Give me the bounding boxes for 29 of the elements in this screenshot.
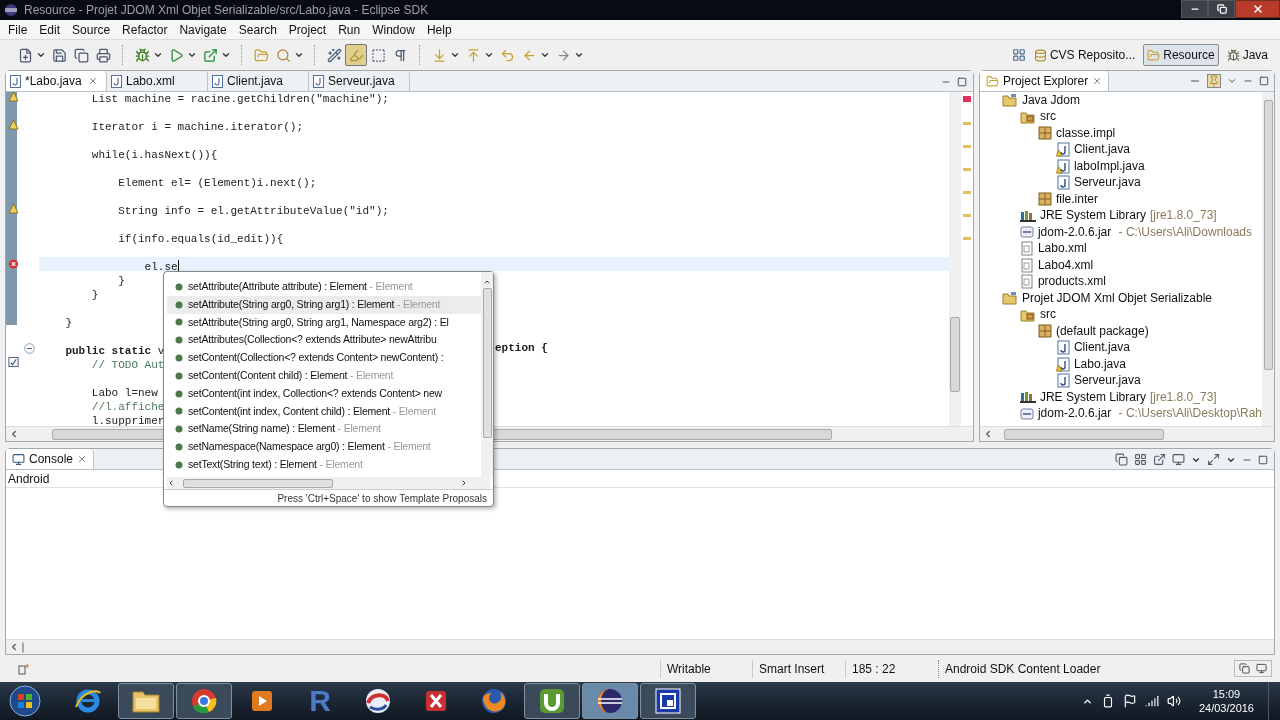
code-line: el.se (143, 261, 178, 273)
app-letter: R (309, 686, 331, 716)
code-line: Iterator i = machine.iterator(); (90, 121, 304, 133)
code-line: while(i.hasNext()){ (90, 149, 218, 161)
popup-hint: Press 'Ctrl+Space' to show Template Proposals (277, 491, 487, 506)
code-line: Labo l=new (90, 387, 158, 399)
code-line: } (117, 275, 125, 287)
status-text: Smart Insert (759, 661, 825, 676)
tree-item-detail: [jre1.8.0_73] (1149, 208, 1217, 224)
tree-item-detail: [jre1.8.0_73] (1149, 389, 1217, 405)
status-text: Android SDK Content Loader (945, 661, 1101, 676)
code-line: String info = el.getAttributeValue("id"); (117, 205, 389, 217)
code-comment: //l.affiche (90, 401, 165, 413)
code-line: l.supprimer (90, 415, 165, 426)
clock-date: 24/03/2016 (1198, 701, 1254, 715)
code-line: } (90, 289, 99, 301)
status-text: Writable (667, 661, 711, 676)
status-text: 185 : 22 (852, 661, 896, 676)
code-line: List machine = racine.getChildren("machine"); (90, 93, 389, 105)
console-label: Android (8, 470, 50, 488)
code-line: eption { (495, 341, 548, 355)
code-line: } (64, 317, 72, 329)
window-title: Resource - Projet JDOM Xml Objet Serializable/src/Labo.java - Eclipse SDK (24, 2, 429, 19)
tree-item-detail: - C:\Users\Ali\Downloads (1117, 224, 1252, 240)
tree-item-detail: - C:\Users\Ali\Desktop\Rah (1117, 406, 1262, 422)
code-line: Element el= (Element)i.next(); (117, 177, 317, 189)
clock-time: 15:09 (1212, 687, 1241, 701)
code-line: if(info.equals(id_edit)){ (117, 233, 284, 245)
code-comment: // TODO Aut (90, 359, 165, 371)
